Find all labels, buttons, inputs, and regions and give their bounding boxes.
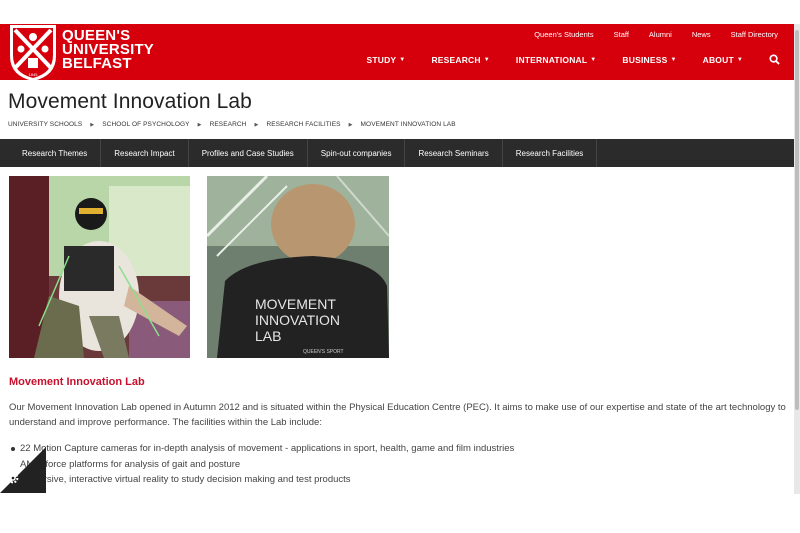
university-logo-shield[interactable]: 1845 — [9, 24, 57, 82]
nav-international-label: INTERNATIONAL — [515, 54, 588, 65]
nav-research[interactable]: RESEARCH ▼ — [431, 55, 489, 65]
nav-business-label: BUSINESS — [622, 54, 668, 65]
chevron-right-icon: ▶ — [197, 121, 202, 128]
main-nav: STUDY ▼ RESEARCH ▼ INTERNATIONAL ▼ BUSINESS… — [340, 54, 780, 65]
facility-list: 22 Motion Capture cameras for in-depth a… — [9, 441, 789, 488]
caret-down-icon: ▼ — [483, 56, 490, 63]
subnav-research-impact[interactable]: Research Impact — [101, 139, 189, 167]
search-icon[interactable] — [769, 54, 780, 65]
breadcrumb: UNIVERSITY SCHOOLS ▶ SCHOOL OF PSYCHOLOG… — [8, 121, 456, 128]
util-link-students[interactable]: Queen's Students — [534, 30, 593, 39]
breadcrumb-item[interactable]: RESEARCH — [210, 121, 247, 128]
logo-line-3: BELFAST — [62, 55, 132, 72]
breadcrumb-item[interactable]: UNIVERSITY SCHOOLS — [8, 121, 82, 128]
nav-international[interactable]: INTERNATIONAL ▼ — [516, 55, 597, 65]
page-bottom-cutoff — [0, 493, 800, 533]
caret-down-icon: ▼ — [399, 56, 406, 63]
cookie-settings-button[interactable] — [0, 447, 46, 493]
subnav-spin-out-companies[interactable]: Spin-out companies — [308, 139, 406, 167]
subnav-research-facilities[interactable]: Research Facilities — [503, 139, 598, 167]
subnav-research-seminars[interactable]: Research Seminars — [405, 139, 503, 167]
caret-down-icon: ▼ — [590, 56, 597, 63]
subnav-research-themes[interactable]: Research Themes — [0, 139, 102, 167]
list-item: AMTI force platforms for analysis of gai… — [20, 458, 241, 470]
nav-about[interactable]: ABOUT ▼ — [703, 55, 743, 65]
util-link-alumni[interactable]: Alumni — [649, 30, 672, 39]
scrollbar-thumb[interactable] — [795, 30, 799, 410]
nav-research-label: RESEARCH — [431, 54, 481, 65]
list-item: 22 Motion Capture cameras for in-depth a… — [9, 441, 789, 457]
nav-study[interactable]: STUDY ▼ — [366, 55, 405, 65]
util-link-staff[interactable]: Staff — [614, 30, 629, 39]
chevron-right-icon: ▶ — [348, 121, 353, 128]
svg-text:MOVEMENT: MOVEMENT — [255, 296, 336, 312]
nav-study-label: STUDY — [366, 54, 397, 65]
util-link-news[interactable]: News — [692, 30, 711, 39]
list-item: Immersive, interactive virtual reality t… — [20, 474, 351, 485]
section-heading: Movement Innovation Lab — [9, 376, 145, 388]
motion-capture-photo — [9, 176, 190, 358]
nav-business[interactable]: BUSINESS ▼ — [622, 55, 676, 65]
chevron-right-icon: ▶ — [254, 121, 259, 128]
subnav-profiles-case-studies[interactable]: Profiles and Case Studies — [189, 139, 308, 167]
page-title: Movement Innovation Lab — [8, 90, 252, 113]
lab-shirt-photo: MOVEMENT INNOVATION LAB QUEEN'S SPORT — [207, 176, 389, 358]
breadcrumb-item[interactable]: RESEARCH FACILITIES — [266, 121, 340, 128]
breadcrumb-current: MOVEMENT INNOVATION LAB — [360, 121, 456, 128]
nav-about-label: ABOUT — [702, 54, 734, 65]
university-name[interactable]: QUEEN'S UNIVERSITY BELFAST — [62, 28, 154, 72]
utility-links: Queen's Students Staff Alumni News Staff… — [514, 30, 778, 39]
caret-down-icon: ▼ — [736, 56, 743, 63]
breadcrumb-item[interactable]: SCHOOL OF PSYCHOLOGY — [102, 121, 189, 128]
intro-paragraph: Our Movement Innovation Lab opened in Au… — [9, 402, 786, 428]
chevron-right-icon: ▶ — [90, 121, 95, 128]
caret-down-icon: ▼ — [670, 56, 677, 63]
util-link-staff-directory[interactable]: Staff Directory — [731, 30, 778, 39]
svg-text:INNOVATION: INNOVATION — [255, 312, 340, 328]
svg-text:1845: 1845 — [29, 72, 39, 77]
gear-icon[interactable] — [6, 471, 20, 485]
svg-text:QUEEN'S SPORT: QUEEN'S SPORT — [303, 349, 344, 355]
section-subnav: Research Themes Research Impact Profiles… — [0, 139, 794, 167]
svg-text:LAB: LAB — [255, 328, 281, 344]
